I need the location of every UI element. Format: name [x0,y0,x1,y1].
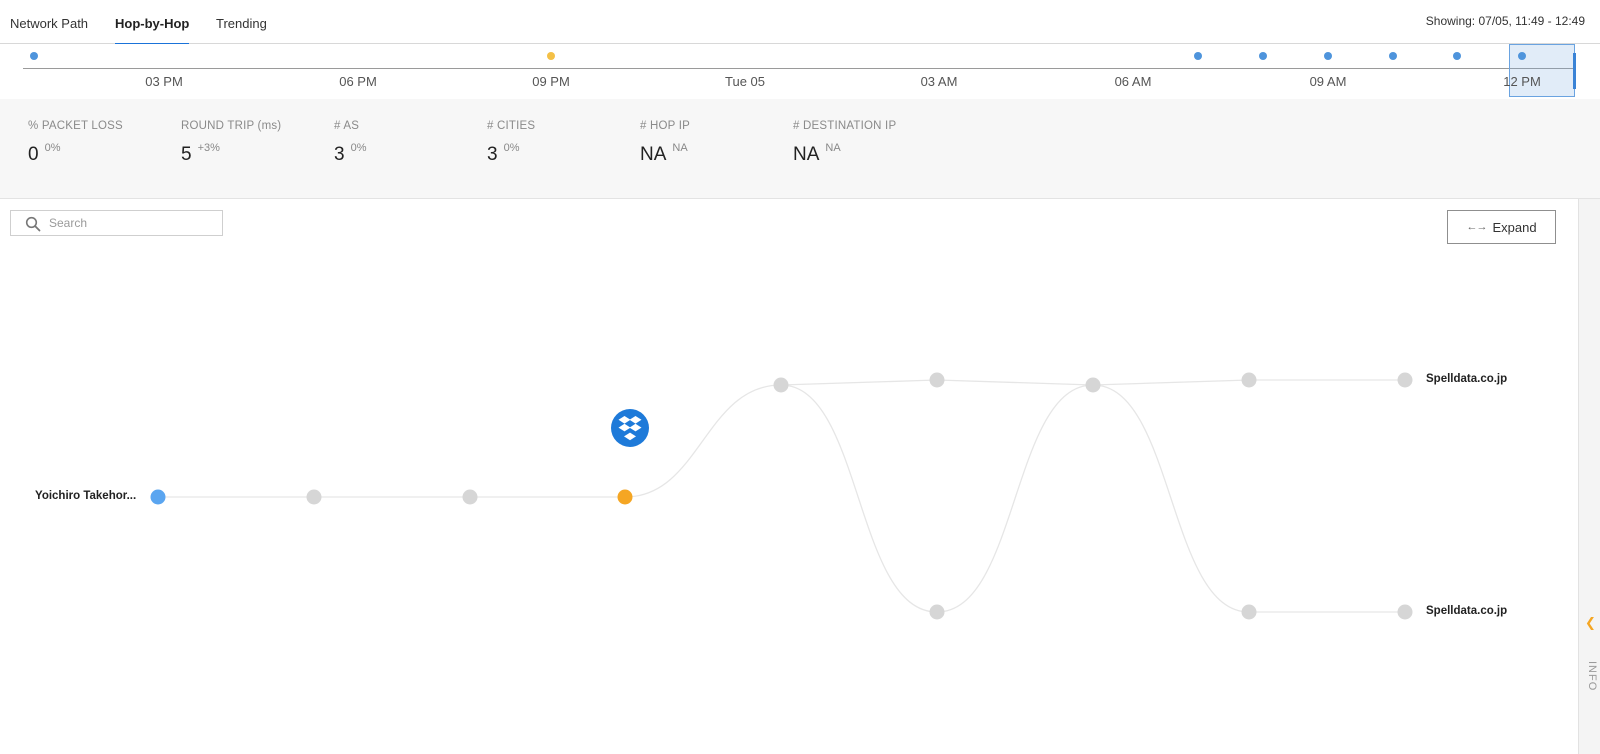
metric-label: # DESTINATION IP [793,120,897,132]
search-input[interactable] [49,214,217,232]
hop-link [1092,379,1250,386]
expand-button[interactable]: ←→ Expand [1447,210,1556,244]
timeline-axis [23,68,1574,69]
tab-trending[interactable]: Trending [216,0,267,44]
destination-label[interactable]: Spelldata.co.jp [1426,605,1507,617]
chevron-left-icon[interactable]: ❮ [1585,615,1596,631]
hop-link [936,384,1094,613]
hop-link [624,384,782,498]
hop-node[interactable] [1241,372,1257,388]
hop-node[interactable] [306,489,322,505]
search-icon [25,216,41,232]
timeline-tick-label: 06 AM [1114,74,1152,89]
hop-links [158,379,1405,613]
metric-as-count: # AS 3 0% [334,120,366,166]
time-range-label: Showing: 07/05, 11:49 - 12:49 [1425,14,1585,28]
hop-node[interactable] [462,489,478,505]
metrics-panel: % PACKET LOSS 0 0% ROUND TRIP (ms) 5 +3% #… [0,99,1600,199]
metric-value: NA NA [793,142,841,165]
timeline-tick-label: 12 PM [1503,74,1541,89]
metric-value: 3 0% [334,142,367,165]
metric-value: 5 +3% [181,142,220,165]
timeline-datapoint[interactable] [1453,52,1461,60]
source-label[interactable]: Yoichiro Takehor... [35,490,136,502]
destination-node[interactable] [1397,372,1413,388]
tab-network-path[interactable]: Network Path [10,0,88,44]
top-bar: Network Path Hop-by-Hop Trending Showing… [0,0,1600,45]
expand-label: Expand [1492,219,1537,235]
timeline-datapoint[interactable] [1324,52,1332,60]
hop-graph-canvas [150,372,1413,620]
metric-label: # CITIES [487,120,536,132]
timeline-datapoint-warning[interactable] [547,52,555,60]
timeline-datapoint-selected[interactable] [1518,52,1526,60]
hop-link [1092,384,1250,613]
metric-packet-loss: % PACKET LOSS 0 0% [28,120,123,166]
info-tab-label[interactable]: INFO [1582,661,1598,691]
source-node[interactable] [150,489,166,505]
timeline-datapoint[interactable] [1259,52,1267,60]
timeline-datapoint[interactable] [1194,52,1202,60]
timeline-tick-label: 06 PM [339,74,377,89]
metric-round-trip: ROUND TRIP (ms) 5 +3% [181,120,281,166]
timeline-datapoint[interactable] [1389,52,1397,60]
timeline-datapoint[interactable] [30,52,38,60]
hop-node[interactable] [1241,604,1257,620]
timeline[interactable]: 03 PM 06 PM 09 PM Tue 05 03 AM 06 AM 09 … [0,44,1600,99]
metric-label: ROUND TRIP (ms) [181,120,282,132]
hop-node[interactable] [929,604,945,620]
dropbox-icon[interactable] [611,409,649,447]
metric-delta: 0% [44,142,61,154]
tab-hop-by-hop[interactable]: Hop-by-Hop [115,0,190,45]
metric-delta: 0% [350,142,367,154]
hop-node-highlighted[interactable] [617,489,633,505]
metric-destination-ip: # DESTINATION IP NA NA [793,120,896,166]
timeline-tick-label: Tue 05 [725,74,765,89]
metric-label: % PACKET LOSS [28,120,123,132]
metric-label: # HOP IP [640,120,690,132]
metric-delta: NA [825,142,841,154]
timeline-tick-label: 09 PM [532,74,570,89]
metric-delta: +3% [197,142,220,154]
timeline-selection-handle[interactable] [1573,53,1576,89]
hop-node[interactable] [929,372,945,388]
hop-link [780,384,938,613]
hop-node[interactable] [773,377,789,393]
timeline-tick-label: 09 AM [1309,74,1347,89]
hop-graph: Yoichiro Takehor... Spelldata.co.jp Spel… [0,250,1578,754]
metric-hop-ip: # HOP IP NA NA [640,120,690,166]
hop-node[interactable] [1085,377,1101,393]
destination-node[interactable] [1397,604,1413,620]
metric-label: # AS [334,120,360,132]
info-panel-toggle[interactable]: ❮ INFO [1578,199,1600,754]
destination-label[interactable]: Spelldata.co.jp [1426,373,1507,385]
metric-value: NA NA [640,142,688,165]
search-box[interactable] [10,210,223,236]
timeline-tick-label: 03 AM [920,74,958,89]
metric-delta: 0% [503,142,520,154]
metric-cities: # CITIES 3 0% [487,120,535,166]
metric-delta: NA [672,142,688,154]
expand-arrows-icon: ←→ [1466,221,1487,233]
metric-value: 3 0% [487,142,520,165]
metric-value: 0 0% [28,142,61,165]
hop-link [780,379,938,386]
timeline-tick-label: 03 PM [145,74,183,89]
hop-link [936,379,1094,386]
